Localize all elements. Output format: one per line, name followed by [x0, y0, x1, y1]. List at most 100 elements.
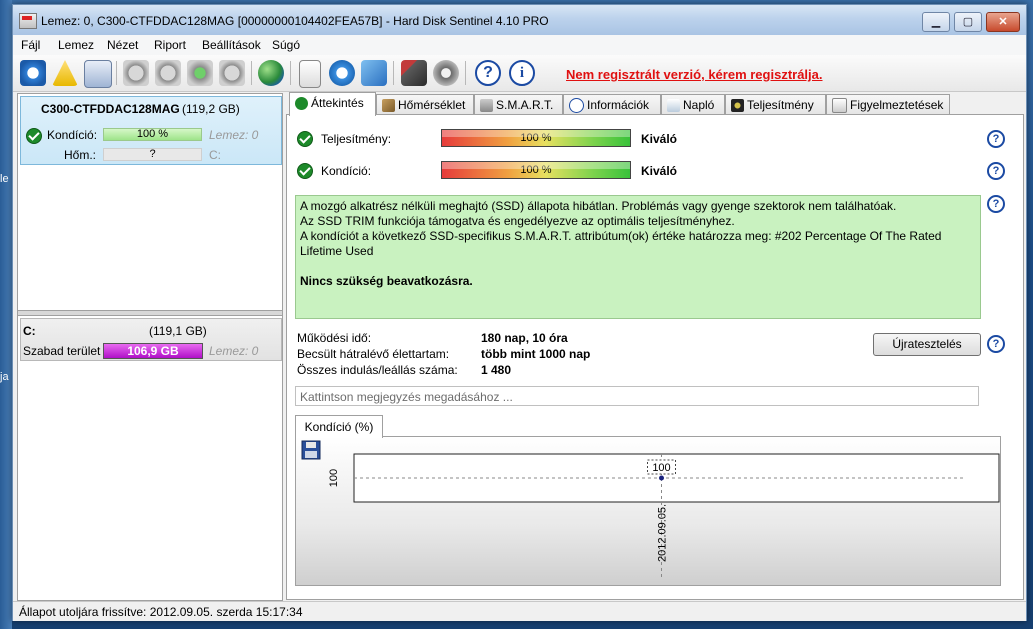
partition-size: (119,1 GB) [149, 324, 207, 338]
details-pane: Áttekintés Hőmérséklet S.M.A.R.T. Inform… [286, 92, 1024, 600]
start-stop-value: 1 480 [481, 363, 512, 377]
toolbar-separator [116, 61, 117, 85]
maximize-button[interactable]: ▢ [954, 12, 982, 32]
tab-information[interactable]: Információk [563, 94, 661, 115]
note-input[interactable]: Kattintson megjegyzés megadásához ... [295, 386, 979, 406]
log-icon [667, 99, 680, 113]
chart-tab-health[interactable]: Kondíció (%) [295, 415, 383, 438]
disk-ok-icon[interactable] [187, 60, 213, 86]
start-stop-label: Összes indulás/leállás száma: [297, 363, 458, 377]
pane-splitter[interactable] [18, 310, 282, 316]
disk-tool-2-icon[interactable] [155, 60, 181, 86]
free-space-label: Szabad terület [23, 344, 101, 358]
message-conclusion: Nincs szükség beavatkozásra. [300, 274, 473, 288]
refresh-icon[interactable] [20, 60, 46, 86]
tab-label: Áttekintés [311, 96, 364, 110]
menu-help[interactable]: Súgó [272, 38, 300, 52]
remaining-life-value: több mint 1000 nap [481, 347, 591, 361]
message-help-icon[interactable]: ? [987, 195, 1005, 213]
window-title: Lemez: 0, C300-CTFDDAC128MAG [0000000010… [41, 14, 549, 28]
menu-report[interactable]: Riport [154, 38, 186, 52]
performance-label: Teljesítmény: [321, 132, 392, 146]
tab-overview[interactable]: Áttekintés [289, 92, 376, 116]
menu-settings[interactable]: Beállítások [202, 38, 261, 52]
health-chart: 100 100 2012.09.05. [301, 440, 1000, 577]
app-window: Lemez: 0, C300-CTFDDAC128MAG [0000000010… [12, 4, 1027, 621]
globe-icon[interactable] [258, 60, 284, 86]
settings-icon[interactable] [401, 60, 427, 86]
close-button[interactable]: ✕ [986, 12, 1020, 32]
pen-icon [382, 99, 395, 113]
disk-card[interactable]: C300-CTFDDAC128MAG (119,2 GB) Kondíció: … [20, 96, 282, 165]
health-chart-frame: 100 100 2012.09.05. [295, 436, 1001, 586]
toolbar-separator [290, 61, 291, 85]
status-text: Állapot utoljára frissítve: 2012.09.05. … [19, 605, 303, 619]
data-label: 100 [652, 462, 670, 474]
save-icon[interactable] [301, 440, 321, 460]
warning-icon[interactable] [52, 60, 78, 86]
menu-view[interactable]: Nézet [107, 38, 138, 52]
disk-size: (119,2 GB) [182, 102, 240, 116]
health-check-icon [26, 128, 42, 144]
help-icon[interactable]: ? [475, 60, 501, 86]
check-icon [295, 97, 308, 111]
sound-icon[interactable] [433, 60, 459, 86]
disk-name: C300-CTFDDAC128MAG [41, 102, 180, 116]
message-line: Lifetime Used [300, 244, 374, 258]
health-help-icon[interactable]: ? [987, 162, 1005, 180]
gauge-icon [731, 99, 744, 113]
alerts-icon [832, 98, 847, 114]
toolbar: ? i Nem regisztrált verzió, kérem regisz… [13, 55, 1026, 92]
tab-performance[interactable]: Teljesítmény [725, 94, 826, 115]
performance-rating: Kiváló [641, 132, 678, 146]
uptime-label: Működési idő: [297, 331, 372, 345]
disk-tool-3-icon[interactable] [219, 60, 245, 86]
smart-icon [480, 99, 493, 113]
disk-index-label: Lemez: 0 [209, 128, 259, 142]
desktop-text-fragment: ja [0, 371, 9, 383]
toolbar-separator [465, 61, 466, 85]
disk-tool-icon[interactable] [123, 60, 149, 86]
status-bar: Állapot utoljára frissítve: 2012.09.05. … [13, 601, 1026, 621]
disk-icon[interactable] [84, 60, 112, 88]
retest-help-icon[interactable]: ? [987, 335, 1005, 353]
performance-help-icon[interactable]: ? [987, 130, 1005, 148]
title-bar[interactable]: Lemez: 0, C300-CTFDDAC128MAG [0000000010… [13, 5, 1026, 36]
menu-disk[interactable]: Lemez [58, 38, 94, 52]
tab-label: Hőmérséklet [398, 98, 466, 112]
disk-drive-letter: C: [209, 148, 221, 162]
disk-health-label: Kondíció: [47, 128, 98, 142]
remaining-life-label: Becsült hátralévő élettartam: [297, 347, 450, 361]
tab-smart[interactable]: S.M.A.R.T. [474, 94, 563, 115]
info-icon[interactable]: i [509, 60, 535, 86]
report-icon[interactable] [299, 60, 321, 88]
health-gauge: 100 % [441, 161, 631, 179]
tab-alerts[interactable]: Figyelmeztetések [826, 94, 950, 115]
toolbar-separator [393, 61, 394, 85]
performance-check-icon [297, 131, 313, 147]
desktop-left-strip [0, 0, 12, 629]
free-space-bar: 106,9 GB [103, 343, 203, 359]
retest-button[interactable]: Újratesztelés [873, 333, 981, 356]
health-rating: Kiváló [641, 164, 678, 178]
transfer-icon[interactable] [329, 60, 355, 86]
unregistered-link[interactable]: Nem regisztrált verzió, kérem regisztrál… [566, 67, 823, 82]
tab-label: Napló [683, 98, 715, 112]
disk-temp-label: Hőm.: [64, 148, 97, 162]
partition-letter: C: [23, 324, 36, 338]
tab-log[interactable]: Napló [661, 94, 725, 115]
desktop-text-fragment: le [0, 173, 9, 185]
menu-file[interactable]: Fájl [21, 38, 40, 52]
disk-list-pane: C300-CTFDDAC128MAG (119,2 GB) Kondíció: … [17, 93, 283, 601]
disk-health-bar: 100 % [103, 128, 202, 141]
uptime-value: 180 nap, 10 óra [481, 331, 568, 345]
data-point [659, 475, 664, 481]
tab-temperature[interactable]: Hőmérséklet [376, 94, 474, 115]
partition-card[interactable]: C: (119,1 GB) Szabad terület 106,9 GB Le… [20, 318, 282, 361]
status-message-box: A mozgó alkatrész nélküli meghajtó (SSD)… [295, 195, 981, 319]
y-tick-label: 100 [328, 469, 340, 487]
minimize-button[interactable]: ▁ [922, 12, 950, 32]
menu-bar: Fájl Lemez Nézet Riport Beállítások Súgó [13, 35, 1026, 55]
network-icon[interactable] [361, 60, 387, 86]
partition-disk-label: Lemez: 0 [209, 344, 259, 358]
